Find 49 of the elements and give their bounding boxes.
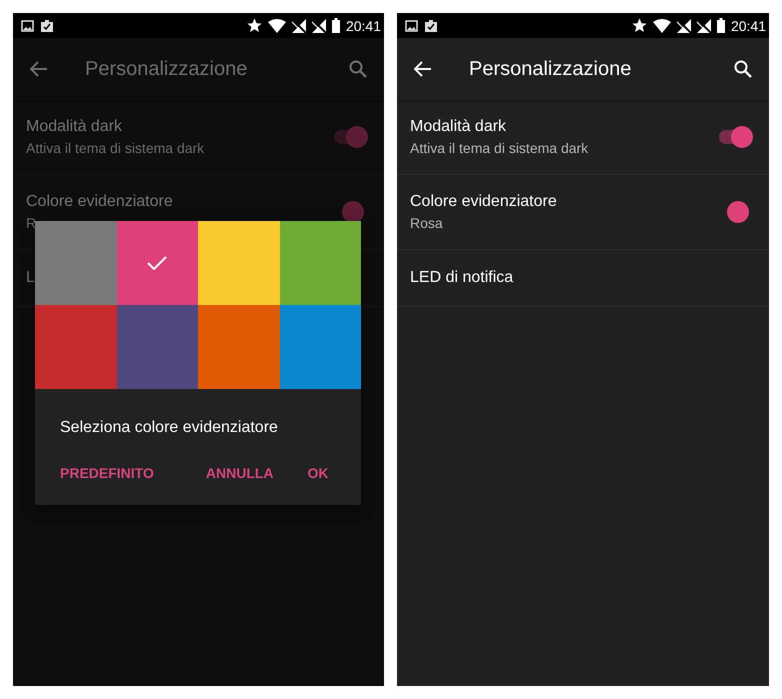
status-time: 20:41: [730, 18, 766, 34]
color-swatch[interactable]: [35, 305, 116, 389]
settings-row[interactable]: LED di notifica: [397, 250, 769, 307]
color-swatch[interactable]: [116, 221, 198, 305]
no-signal-icon: [696, 18, 711, 32]
dialog-button[interactable]: ANNULLA: [206, 465, 274, 481]
setting-title: Modalità dark: [26, 118, 124, 136]
dialog-button[interactable]: OK: [308, 465, 329, 481]
clipboard-check-icon: [40, 18, 54, 32]
star-icon: [632, 18, 647, 33]
no-signal-icon: [676, 18, 691, 32]
color-swatch[interactable]: [280, 305, 361, 389]
settings-row[interactable]: Modalità dark Attiva il tema di sistema dark: [13, 100, 384, 175]
setting-summary: Attiva il tema di sistema dark: [410, 140, 590, 156]
image-icon: [21, 20, 34, 32]
settings-row[interactable]: Colore evidenziatore Rosa: [397, 175, 769, 250]
setting-summary: Rosa: [410, 215, 444, 231]
setting-title: Colore evidenziatore: [410, 193, 558, 211]
setting-summary: Attiva il tema di sistema dark: [26, 140, 206, 156]
color-swatch[interactable]: [198, 305, 280, 389]
star-icon: [246, 18, 262, 33]
search-button[interactable]: [733, 59, 753, 79]
setting-title: Modalità dark: [410, 118, 508, 136]
image-icon: [405, 20, 418, 32]
toggle-switch[interactable]: [334, 126, 368, 148]
setting-title: Colore evidenziatore: [26, 193, 174, 211]
color-swatch[interactable]: [198, 221, 280, 305]
screen-title: Personalizzazione: [85, 58, 248, 80]
battery-icon: [716, 18, 725, 33]
status-time: 20:41: [346, 18, 381, 34]
color-swatch[interactable]: [116, 305, 198, 389]
no-signal-icon: [292, 18, 306, 32]
battery-icon: [332, 18, 340, 33]
screen-title: Personalizzazione: [469, 58, 632, 80]
wifi-icon: [652, 18, 671, 32]
check-icon: [147, 256, 168, 270]
settings-row[interactable]: Modalità dark Attiva il tema di sistema dark: [397, 100, 769, 175]
no-signal-icon: [312, 18, 326, 32]
clipboard-check-icon: [424, 18, 438, 32]
color-swatch[interactable]: [280, 221, 361, 305]
setting-summary: R: [26, 215, 38, 231]
toggle-switch[interactable]: [719, 126, 753, 148]
color-swatch[interactable]: [35, 221, 116, 305]
setting-title: L: [26, 269, 36, 287]
wifi-icon: [268, 18, 286, 32]
setting-title: LED di notifica: [410, 269, 514, 287]
back-button[interactable]: [413, 59, 433, 79]
dialog-message: Seleziona colore evidenziatore: [59, 418, 279, 437]
dialog-button[interactable]: PREDEFINITO: [60, 465, 154, 481]
